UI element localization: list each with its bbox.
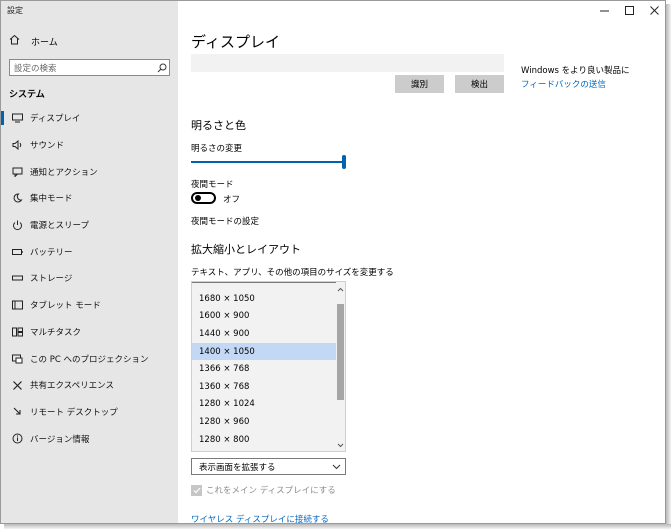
resolution-option[interactable]: 1680 × 1050: [192, 290, 345, 308]
resolution-option[interactable]: 1440 × 900: [192, 325, 345, 343]
nav-list: ディスプレイ サウンド 通知とアクション 集中モード 電源とスリープ バッテリー: [1, 105, 178, 452]
feedback-link[interactable]: フィードバックの送信: [521, 78, 629, 92]
scale-label: テキスト、アプリ、その他の項目のサイズを変更する: [191, 268, 394, 278]
night-mode-label: 夜間モード: [191, 180, 234, 190]
sidebar-item-label: 通知とアクション: [30, 167, 98, 178]
home-label: ホーム: [31, 37, 58, 48]
tablet-icon: [11, 299, 23, 311]
moon-icon: [11, 192, 23, 204]
search-placeholder: 設定の検索: [14, 63, 57, 74]
slider-track: [191, 161, 342, 163]
chevron-down-icon: [327, 464, 345, 470]
shared-icon: [11, 379, 23, 391]
storage-icon: [11, 272, 23, 284]
wireless-display-link[interactable]: ワイヤレス ディスプレイに接続する: [191, 513, 329, 523]
multi-display-dropdown[interactable]: 表示画面を拡張する: [191, 458, 346, 475]
feedback-panel: Windows をより良い製品に フィードバックの送信: [521, 64, 629, 92]
sidebar-item-label: ストレージ: [30, 274, 73, 285]
scroll-up-icon[interactable]: [336, 284, 345, 294]
speaker-icon: [11, 139, 23, 151]
resolution-listbox[interactable]: 1680 × 1050 1600 × 900 1440 × 900 1400 × 10…: [191, 281, 346, 452]
resolution-option[interactable]: 1400 × 1050: [192, 342, 345, 361]
sidebar-item-label: ディスプレイ: [30, 114, 81, 125]
resolution-option[interactable]: 1360 × 768: [192, 378, 345, 396]
search-icon[interactable]: [155, 63, 169, 73]
resolution-option[interactable]: 1366 × 768: [192, 360, 345, 378]
sidebar-item-focus[interactable]: 集中モード: [1, 185, 178, 212]
sidebar-item-shared[interactable]: 共有エクスペリエンス: [1, 372, 178, 399]
main-content: ディスプレイ 識別 検出 Windows をより良い製品に フィードバックの送信…: [178, 1, 665, 523]
home-button[interactable]: ホーム: [9, 34, 58, 48]
feedback-text: Windows をより良い製品に: [521, 66, 630, 76]
main-display-label: これをメイン ディスプレイにする: [206, 486, 336, 496]
window-title: 設定: [7, 6, 23, 15]
scroll-down-icon[interactable]: [336, 440, 345, 450]
identify-button[interactable]: 識別: [395, 75, 444, 93]
settings-window: 設定 ホーム 設定の検索 システム ディスプレイ サウンド 通知とアクション 集…: [0, 0, 666, 524]
remote-icon: [11, 406, 23, 418]
monitor-arrangement[interactable]: [191, 54, 504, 72]
main-display-checkbox[interactable]: これをメイン ディスプレイにする: [191, 484, 336, 496]
resolution-option[interactable]: 1280 × 1024: [192, 396, 345, 414]
sidebar-item-label: バッテリー: [30, 247, 73, 258]
sidebar-item-storage[interactable]: ストレージ: [1, 265, 178, 292]
slider-thumb[interactable]: [342, 155, 346, 169]
sidebar-item-label: マルチタスク: [30, 327, 82, 338]
sidebar-item-label: 電源とスリープ: [30, 221, 89, 232]
sidebar-item-label: タブレット モード: [30, 301, 101, 312]
sidebar-item-multitask[interactable]: マルチタスク: [1, 319, 178, 346]
page-title: ディスプレイ: [191, 33, 280, 51]
multi-display-value: 表示画面を拡張する: [199, 462, 276, 473]
info-icon: [11, 433, 23, 445]
resolution-option[interactable]: 1280 × 960: [192, 413, 345, 431]
section-title: システム: [9, 90, 45, 100]
home-icon: [9, 34, 20, 48]
multitask-icon: [11, 326, 23, 338]
battery-icon: [11, 246, 23, 258]
sidebar-item-notifications[interactable]: 通知とアクション: [1, 158, 178, 185]
projection-icon: [11, 353, 23, 365]
brightness-slider[interactable]: [191, 155, 346, 169]
sidebar-item-label: リモート デスクトップ: [30, 407, 118, 418]
sidebar-item-label: 集中モード: [30, 194, 73, 205]
sidebar-item-label: バージョン情報: [30, 434, 90, 445]
toggle-knob: [195, 195, 201, 201]
night-mode-state: オフ: [223, 195, 241, 205]
sidebar-item-sound[interactable]: サウンド: [1, 132, 178, 159]
night-mode-toggle[interactable]: [191, 192, 216, 204]
power-icon: [11, 219, 23, 231]
resolution-option[interactable]: 1280 × 800: [192, 431, 345, 449]
sidebar-item-label: 共有エクスペリエンス: [30, 381, 114, 392]
sidebar-item-tablet[interactable]: タブレット モード: [1, 292, 178, 319]
scroll-thumb[interactable]: [337, 304, 344, 400]
resolution-option[interactable]: 1600 × 900: [192, 308, 345, 326]
brightness-label: 明るさの変更: [191, 144, 243, 154]
sidebar: 設定 ホーム 設定の検索 システム ディスプレイ サウンド 通知とアクション 集…: [1, 1, 178, 523]
resolution-options: 1680 × 1050 1600 × 900 1440 × 900 1400 × 10…: [192, 290, 345, 448]
checkbox-icon[interactable]: [191, 484, 202, 496]
detect-button[interactable]: 検出: [455, 75, 504, 93]
listbox-scrollbar[interactable]: [336, 282, 345, 451]
search-input[interactable]: 設定の検索: [9, 59, 170, 76]
scale-section-title: 拡大縮小とレイアウト: [191, 243, 301, 256]
brightness-section-title: 明るさと色: [191, 119, 246, 132]
night-mode-settings-link[interactable]: 夜間モードの設定: [191, 215, 259, 227]
sidebar-item-remote[interactable]: リモート デスクトップ: [1, 399, 178, 426]
sidebar-item-projection[interactable]: この PC へのプロジェクション: [1, 345, 178, 372]
sidebar-item-display[interactable]: ディスプレイ: [1, 105, 178, 132]
display-icon: [11, 112, 23, 124]
sidebar-item-label: サウンド: [30, 141, 65, 152]
sidebar-item-battery[interactable]: バッテリー: [1, 238, 178, 265]
sidebar-item-label: この PC へのプロジェクション: [30, 354, 149, 365]
sidebar-item-power[interactable]: 電源とスリープ: [1, 212, 178, 239]
notification-icon: [11, 166, 23, 178]
sidebar-item-about[interactable]: バージョン情報: [1, 425, 178, 452]
